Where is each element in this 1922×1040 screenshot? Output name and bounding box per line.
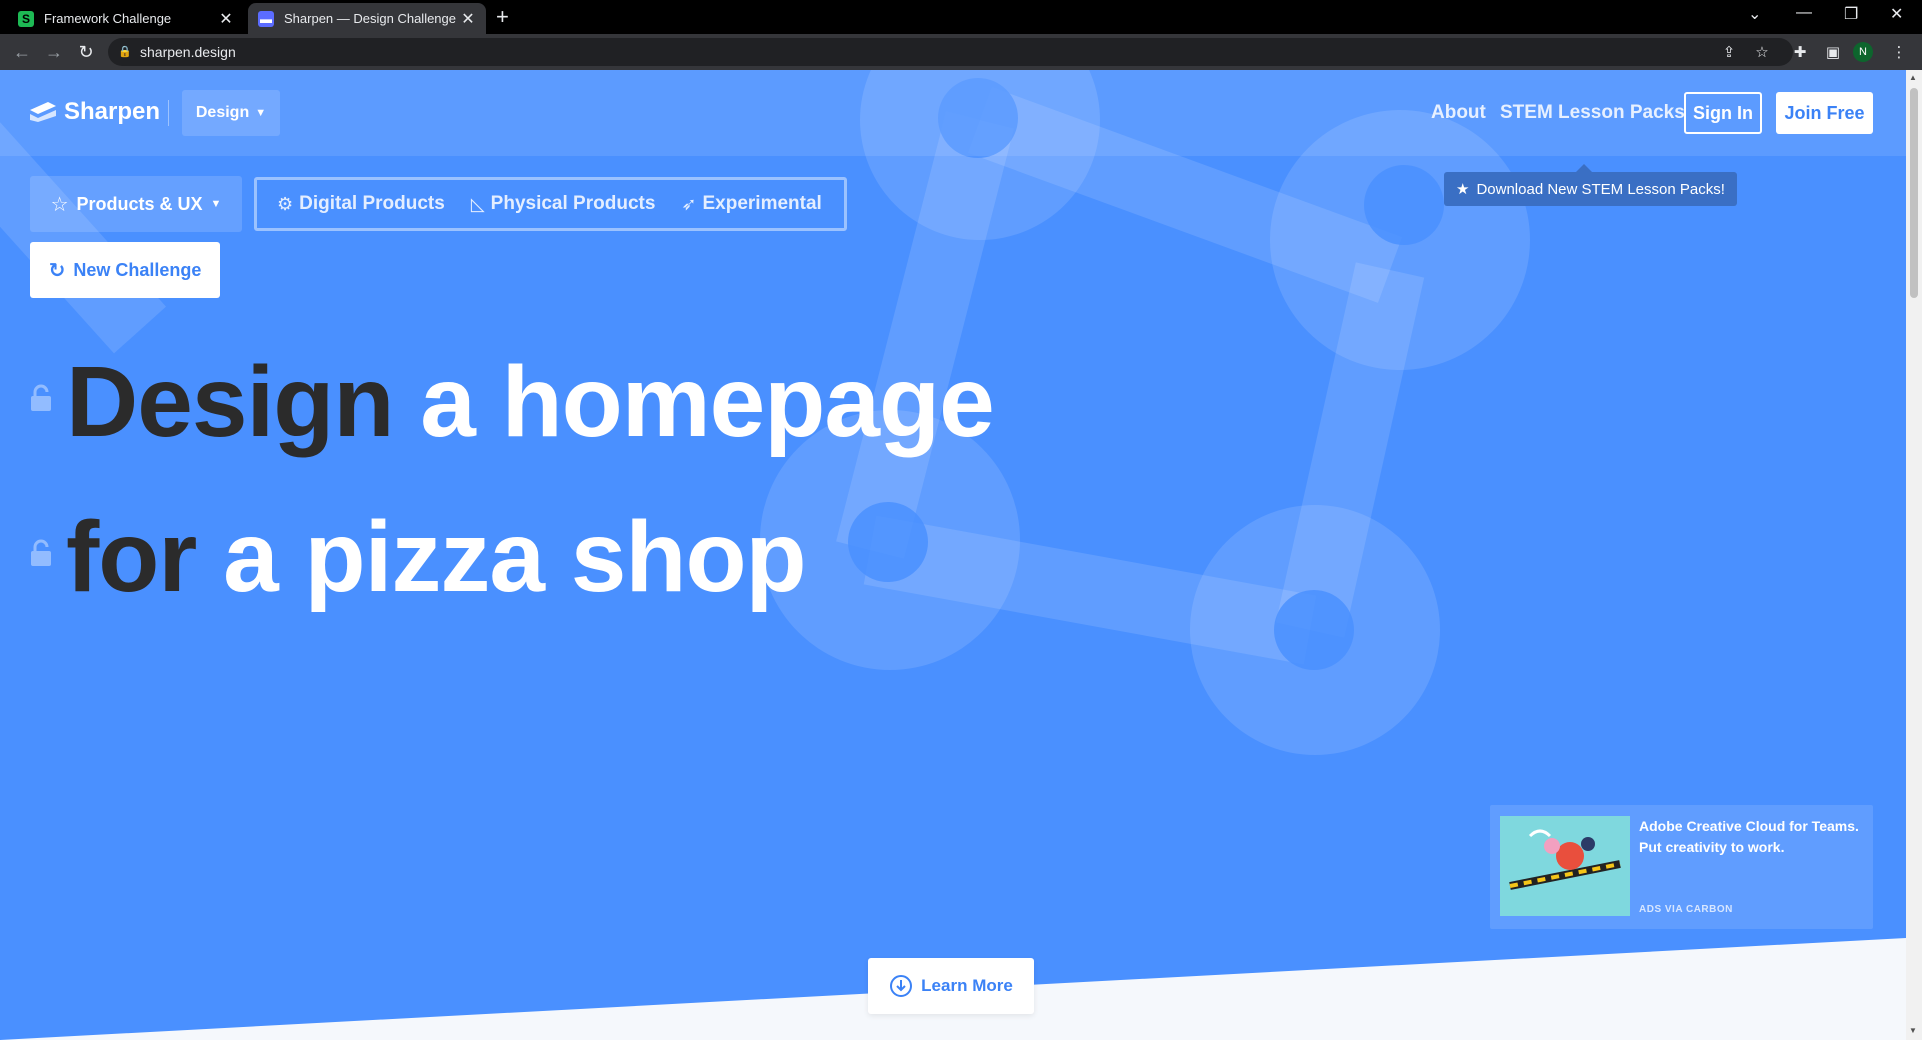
browser-toolbar: ← → ↻ 🔒 sharpen.design ⇪ ☆ ✚ ▣ N ⋮	[0, 34, 1922, 70]
stem-download-tooltip[interactable]: ★ Download New STEM Lesson Packs!	[1444, 172, 1737, 206]
browser-tab-sharpen[interactable]: ▬ Sharpen — Design Challenge Ge ✕	[248, 3, 486, 34]
new-tab-icon[interactable]: +	[496, 4, 509, 30]
nav-about-link[interactable]: About	[1431, 102, 1486, 124]
learn-more-button[interactable]: Learn More	[868, 958, 1034, 1014]
learn-more-label: Learn More	[921, 976, 1013, 995]
star-icon: ★	[1456, 181, 1470, 198]
url-text: sharpen.design	[140, 44, 236, 60]
ad-illustration-image	[1500, 816, 1630, 916]
sharpen-logo[interactable]: Sharpen	[30, 98, 160, 126]
scroll-up-icon[interactable]: ▲	[1909, 73, 1917, 82]
tab-search-icon[interactable]: ⌄	[1748, 4, 1761, 24]
minimize-icon[interactable]: —	[1796, 4, 1812, 22]
extensions-puzzle-icon[interactable]: ✚	[1790, 42, 1810, 62]
tab-digital-products[interactable]: ⚙ Digital Products	[277, 193, 445, 215]
arrow-down-circle-icon	[890, 975, 913, 997]
headline-word-for: for	[66, 501, 197, 613]
restore-icon[interactable]: ❐	[1844, 4, 1858, 24]
caret-down-icon: ▼	[255, 107, 267, 119]
forward-icon[interactable]: →	[42, 40, 66, 64]
sign-in-button[interactable]: Sign In	[1684, 92, 1762, 134]
browser-tab-framework-challenge[interactable]: S Framework Challenge ✕	[8, 3, 244, 34]
close-tab-icon[interactable]: ✕	[460, 9, 476, 29]
menu-kebab-icon[interactable]: ⋮	[1889, 42, 1909, 62]
headline-word-design: Design	[66, 346, 394, 458]
address-bar[interactable]: 🔒 sharpen.design	[108, 38, 1793, 66]
profile-avatar[interactable]: N	[1853, 42, 1873, 62]
design-dropdown[interactable]: Design ▼	[182, 90, 280, 136]
tab-label: Experimental	[702, 193, 822, 214]
caret-down-icon: ▼	[210, 198, 222, 210]
sharpen-favicon-icon: ▬	[258, 10, 274, 27]
tab-label: Physical Products	[490, 193, 656, 214]
category-tabs: ⚙ Digital Products ◺ Physical Products ➶…	[254, 177, 847, 231]
side-panel-icon[interactable]: ▣	[1823, 42, 1843, 62]
logo-text: Sharpen	[64, 98, 161, 125]
reload-icon[interactable]: ↻	[74, 40, 98, 64]
headline-phrase-homepage: a homepage	[420, 346, 994, 458]
sharpen-favicon-icon: S	[18, 10, 34, 27]
unlock-word-2-icon[interactable]	[30, 539, 52, 567]
scroll-down-icon[interactable]: ▼	[1909, 1026, 1917, 1035]
unlock-word-1-icon[interactable]	[30, 384, 52, 412]
browser-tab-strip: S Framework Challenge ✕ ▬ Sharpen — Desi…	[0, 0, 1922, 34]
tooltip-arrow	[1576, 164, 1592, 172]
scrollbar-thumb[interactable]	[1910, 88, 1918, 298]
new-challenge-label: New Challenge	[73, 259, 202, 280]
tab-title: Framework Challenge	[44, 11, 172, 26]
back-icon[interactable]: ←	[10, 40, 34, 64]
page-scrollbar[interactable]: ▲ ▼	[1906, 70, 1922, 1040]
tab-title: Sharpen — Design Challenge Ge	[284, 11, 460, 26]
nav-stem-lesson-packs-link[interactable]: STEM Lesson Packs	[1500, 102, 1685, 124]
headline-line-1: Design a homepage	[66, 352, 995, 452]
tab-physical-products[interactable]: ◺ Physical Products	[471, 193, 656, 215]
refresh-icon: ↻	[48, 259, 66, 282]
ruler-triangle-icon: ◺	[470, 193, 485, 214]
ad-text: Adobe Creative Cloud for Teams. Put crea…	[1639, 818, 1859, 855]
bookmark-star-icon[interactable]: ☆	[1752, 42, 1772, 62]
carbon-ad[interactable]: Adobe Creative Cloud for Teams. Put crea…	[1490, 805, 1873, 929]
share-icon[interactable]: ⇪	[1719, 42, 1739, 62]
products-ux-dropdown[interactable]: ☆ Products & UX ▼	[30, 176, 242, 232]
tooltip-text: Download New STEM Lesson Packs!	[1476, 180, 1725, 198]
star-outline-icon: ☆	[50, 193, 69, 216]
tab-experimental[interactable]: ➶ Experimental	[681, 193, 821, 215]
join-free-button[interactable]: Join Free	[1776, 92, 1873, 134]
sharpen-logo-icon	[30, 102, 56, 122]
lock-icon: 🔒	[118, 46, 132, 58]
category-dropdown-label: Products & UX	[76, 193, 203, 214]
design-dropdown-label: Design	[195, 104, 250, 121]
headline-phrase-pizza-shop: a pizza shop	[223, 501, 807, 613]
new-challenge-button[interactable]: ↻ New Challenge	[30, 242, 220, 298]
close-tab-icon[interactable]: ✕	[218, 9, 234, 29]
window-close-icon[interactable]: ✕	[1890, 4, 1903, 24]
ads-via-carbon-label[interactable]: ADS VIA CARBON	[1639, 904, 1733, 915]
rocket-icon: ➶	[681, 193, 697, 214]
headline-line-2: for a pizza shop	[66, 507, 807, 607]
logo-divider	[168, 100, 169, 126]
chip-icon: ⚙	[277, 193, 294, 214]
page-viewport: Sharpen Design ▼ About STEM Lesson Packs…	[0, 70, 1906, 1040]
tab-label: Digital Products	[299, 193, 445, 214]
